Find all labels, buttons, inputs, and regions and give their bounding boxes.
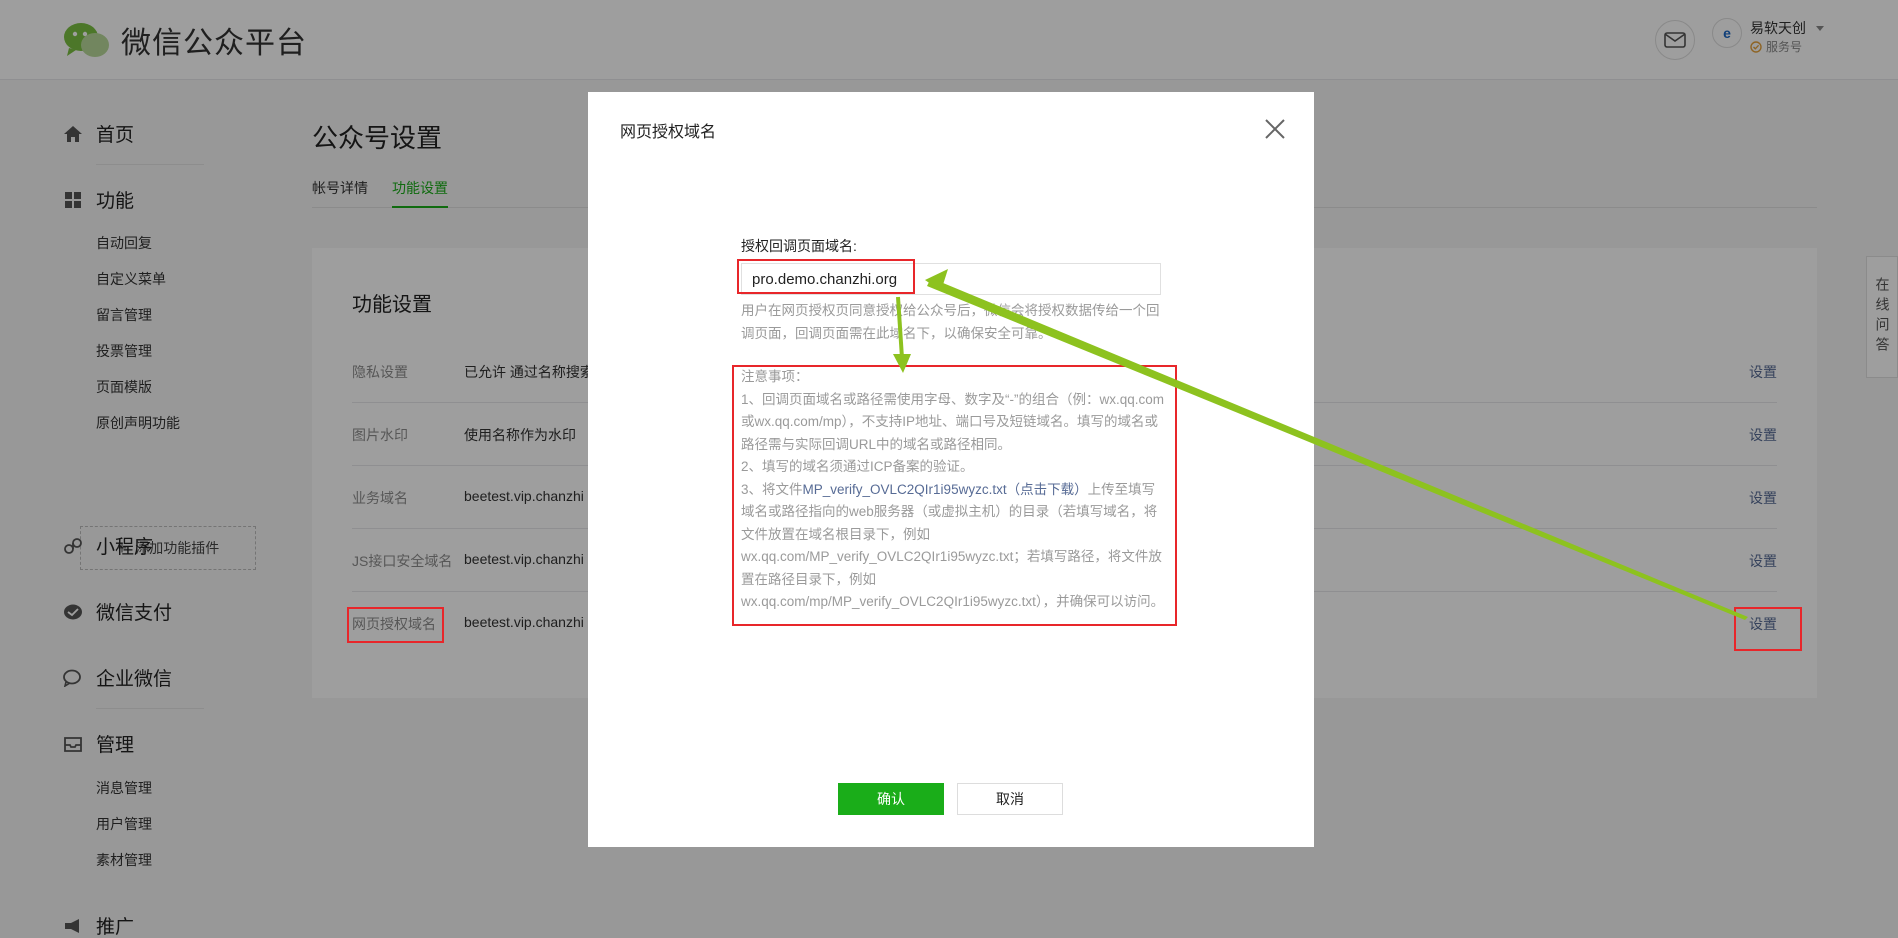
dialog-title: 网页授权域名: [620, 124, 717, 141]
note-3-rest: 上传至填写域名或路径指向的web服务器（或虚拟主机）的目录（若填写域名，将文件放…: [741, 481, 1165, 610]
notes-title: 注意事项：: [741, 369, 809, 384]
verify-file-name: MP_verify_OVLC2QIr1i95wyzc.txt: [802, 481, 1007, 497]
close-button[interactable]: [1260, 114, 1290, 144]
note-3-prefix: 3、将文件: [741, 481, 803, 497]
domain-field-label: 授权回调页面域名:: [741, 238, 857, 254]
close-icon: [1265, 119, 1285, 139]
notes-block: 注意事项： 1、回调页面域名或路径需使用字母、数字及“-”的组合（例：wx.qq…: [741, 366, 1167, 614]
note-1: 1、回调页面域名或路径需使用字母、数字及“-”的组合（例：wx.qq.com或w…: [741, 391, 1165, 452]
domain-hint: 用户在网页授权页同意授权给公众号后，微信会将授权数据传给一个回调页面，回调页面需…: [741, 303, 1160, 341]
download-link[interactable]: （点击下载）: [1007, 482, 1088, 497]
note-3: 3、将文件MP_verify_OVLC2QIr1i95wyzc.txt（点击下载…: [741, 479, 1167, 614]
note-2: 2、填写的域名须通过ICP备案的验证。: [741, 459, 974, 474]
confirm-button[interactable]: 确认: [838, 783, 944, 815]
cancel-button[interactable]: 取消: [957, 783, 1063, 815]
domain-input[interactable]: [741, 263, 1161, 295]
oauth-domain-dialog: 网页授权域名 授权回调页面域名: 用户在网页授权页同意授权给公众号后，微信会将授…: [588, 92, 1314, 847]
